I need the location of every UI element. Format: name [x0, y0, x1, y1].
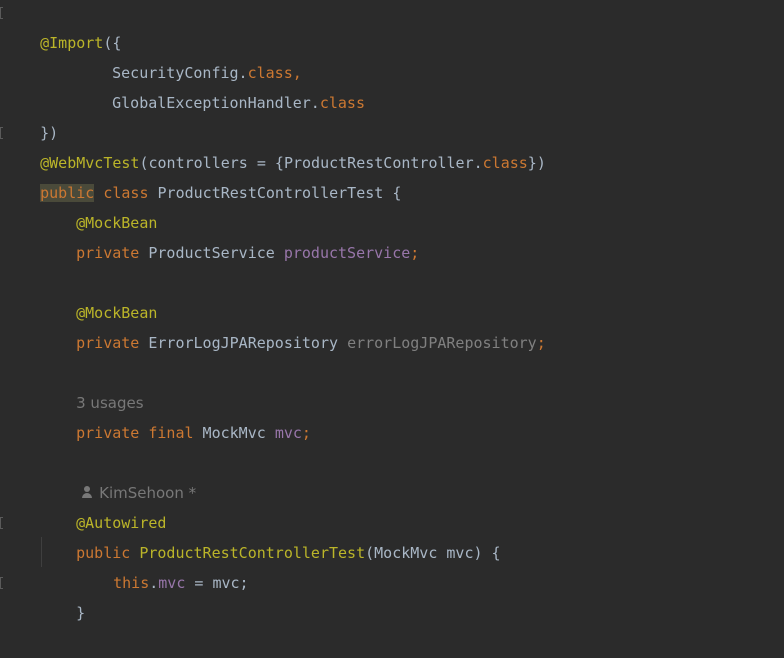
class-reference: GlobalExceptionHandler. — [112, 94, 320, 112]
this-keyword: this — [113, 574, 150, 592]
code-line-1[interactable]: @Import({ — [4, 0, 121, 52]
code-text: (MockMvc mvc) { — [365, 544, 501, 562]
code-line-14[interactable]: private final MockMvc mvc; — [40, 388, 311, 442]
class-keyword: class — [319, 94, 365, 112]
field-name: mvc — [158, 574, 186, 592]
indent-guide — [41, 537, 42, 567]
private-keyword: private — [76, 334, 140, 352]
type-name: ErrorLogJPARepository — [139, 334, 348, 352]
field-name: mvc — [274, 424, 302, 442]
type-name: ProductService — [139, 244, 284, 262]
code-line-4[interactable]: }) — [4, 88, 58, 142]
type-name: MockMvc — [193, 424, 275, 442]
code-punct: . — [149, 574, 159, 592]
code-line-3[interactable]: GlobalExceptionHandler.class — [76, 58, 365, 112]
code-line-19[interactable]: this.mvc = mvc; — [77, 538, 248, 592]
class-declaration: ProductRestControllerTest { — [148, 184, 402, 202]
code-line-18[interactable]: public ProductRestControllerTest(MockMvc… — [40, 508, 500, 562]
fold-marker[interactable] — [0, 127, 3, 139]
field-name: productService — [283, 244, 411, 262]
code-line-20[interactable]: } — [40, 568, 85, 622]
code-line-11[interactable]: private ErrorLogJPARepository errorLogJP… — [40, 298, 546, 352]
usages-hint[interactable]: 3 usages — [40, 358, 143, 412]
class-keyword: class — [482, 154, 528, 172]
code-line-5[interactable]: @WebMvcTest(controllers = {ProductRestCo… — [4, 118, 546, 172]
code-editor[interactable]: @Import({ SecurityConfig.class, GlobalEx… — [0, 0, 784, 622]
code-line-7[interactable]: @MockBean — [40, 178, 157, 232]
code-line-8[interactable]: private ProductService productService; — [40, 208, 419, 262]
code-text: = mvc; — [185, 574, 249, 592]
code-line-17[interactable]: @Autowired — [40, 478, 166, 532]
closing-brace: } — [76, 604, 86, 622]
code-punct: ; — [301, 424, 311, 442]
code-line-6[interactable]: public class ProductRestControllerTest { — [4, 148, 401, 202]
private-keyword: private — [76, 244, 140, 262]
code-line-10[interactable]: @MockBean — [40, 268, 157, 322]
fold-marker[interactable] — [0, 517, 3, 529]
fold-marker[interactable] — [0, 7, 3, 19]
code-punct: ; — [536, 334, 546, 352]
private-final-keyword: private final — [76, 424, 194, 442]
author-hint[interactable]: KimSehoon * — [44, 448, 196, 502]
code-line-2[interactable]: SecurityConfig.class, — [76, 28, 302, 82]
code-punct: ; — [410, 244, 420, 262]
fold-marker[interactable] — [0, 577, 3, 589]
unused-field-name: errorLogJPARepository — [347, 334, 537, 352]
code-text: }) — [527, 154, 546, 172]
